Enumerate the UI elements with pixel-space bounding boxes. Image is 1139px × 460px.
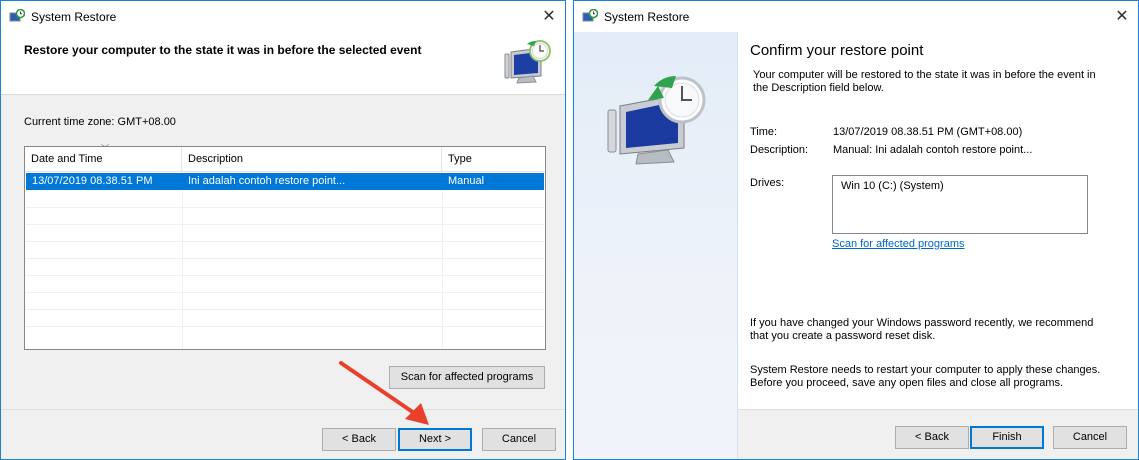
table-header: ﹀ Date and Time Description Type [25,144,546,172]
row-gridline [26,326,544,327]
cancel-button[interactable]: Cancel [1053,426,1127,449]
drive-item: Win 10 (C:) (System) [841,180,944,192]
close-icon[interactable]: ✕ [1106,1,1138,32]
row-gridline [26,275,544,276]
window-title: System Restore [31,10,117,24]
system-restore-large-icon [504,40,551,84]
back-button[interactable]: < Back [895,426,969,449]
system-restore-window-select: System Restore ✕ Restore your computer t… [0,0,566,460]
system-restore-window-confirm: System Restore ✕ Confirm your restore po… [573,0,1139,460]
drives-label: Drives: [750,177,785,189]
row-gridline [26,241,544,242]
row-gridline [26,292,544,293]
time-value: 13/07/2019 08.38.51 PM (GMT+08.00) [833,126,1023,138]
confirm-content: Confirm your restore point Your computer… [738,32,1138,459]
column-divider [182,172,183,349]
confirm-description: Your computer will be restored to the st… [753,69,1096,94]
cell-type: Manual [448,175,485,187]
scan-affected-programs-button[interactable]: Scan for affected programs [389,366,545,389]
column-header-description[interactable]: Description [182,147,442,172]
wizard-footer [1,409,565,459]
next-button[interactable]: Next > [398,428,472,451]
finish-button[interactable]: Finish [970,426,1044,449]
side-panel [574,32,738,459]
title-bar[interactable]: System Restore ✕ [574,1,1138,32]
restore-point-table[interactable]: ﹀ Date and Time Description Type 13/07/2… [24,144,546,350]
close-icon[interactable]: ✕ [533,1,565,32]
cell-date: 13/07/2019 08.38.51 PM [32,175,153,187]
row-gridline [26,207,544,208]
scan-affected-programs-link[interactable]: Scan for affected programs [832,238,964,250]
table-row[interactable]: 13/07/2019 08.38.51 PM Ini adalah contoh… [26,173,544,190]
description-value: Manual: Ini adalah contoh restore point.… [833,144,1033,156]
title-bar[interactable]: System Restore ✕ [1,1,565,32]
restart-note: System Restore needs to restart your com… [750,364,1101,389]
column-header-date-label: Date and Time [31,153,103,165]
time-label: Time: [750,126,778,138]
description-label: Description: [750,144,809,156]
page-title: Confirm your restore point [750,42,924,59]
column-header-type-label: Type [448,153,472,165]
window-title: System Restore [604,10,690,24]
system-restore-icon [582,9,598,22]
column-header-date[interactable]: ﹀ Date and Time [25,144,182,172]
system-restore-icon [9,9,25,22]
column-header-description-label: Description [188,153,244,165]
back-button[interactable]: < Back [322,428,396,451]
wizard-header-text: Restore your computer to the state it wa… [24,43,422,57]
row-gridline [26,309,544,310]
wizard-header: Restore your computer to the state it wa… [1,32,565,95]
row-gridline [26,258,544,259]
column-divider [442,172,443,349]
password-note: If you have changed your Windows passwor… [750,317,1094,342]
drives-list[interactable]: Win 10 (C:) (System) [832,175,1088,234]
column-header-type[interactable]: Type [442,147,546,172]
timezone-label: Current time zone: GMT+08.00 [24,116,176,128]
system-restore-large-icon [607,76,706,165]
cell-description: Ini adalah contoh restore point... [188,175,346,187]
sort-down-icon: ﹀ [101,144,109,153]
cancel-button[interactable]: Cancel [482,428,556,451]
row-gridline [26,224,544,225]
